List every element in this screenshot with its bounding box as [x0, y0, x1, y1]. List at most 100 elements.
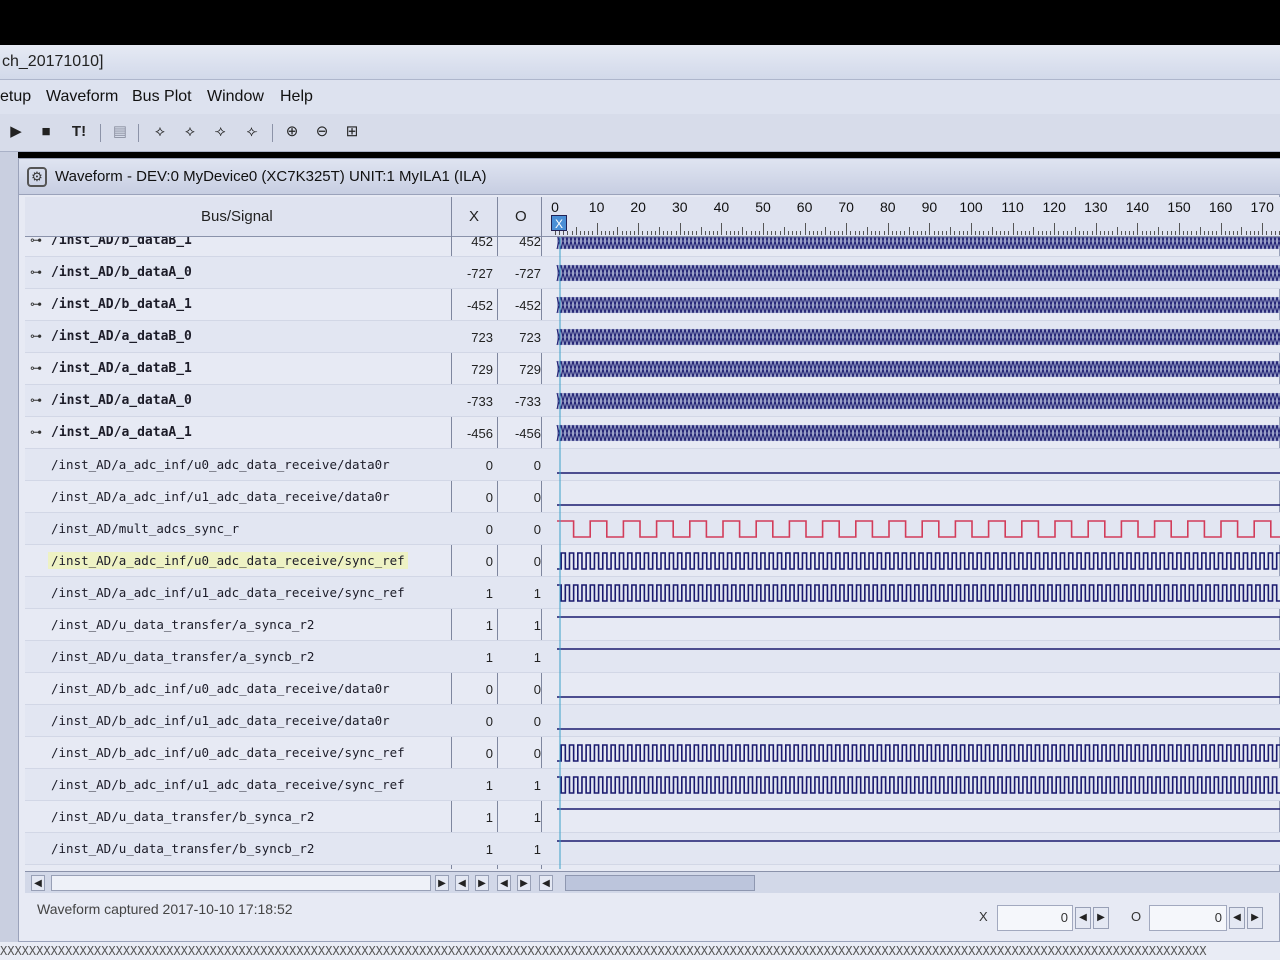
- x-value: 0: [485, 490, 493, 505]
- o-cursor-field[interactable]: 0: [1149, 905, 1227, 931]
- ruler-tick-label: 170: [1250, 199, 1274, 215]
- x-cursor-inc-icon[interactable]: ▶: [1093, 907, 1109, 929]
- o-value: 452: [519, 237, 541, 249]
- scroll-next-icon[interactable]: ▶: [475, 875, 489, 891]
- trigger-prev-icon[interactable]: ⟢: [210, 122, 230, 142]
- expand-bus-icon[interactable]: ⊶: [30, 329, 42, 343]
- panel-title: Waveform - DEV:0 MyDevice0 (XC7K325T) UN…: [55, 168, 487, 185]
- x-value: 0: [485, 682, 493, 697]
- expand-bus-icon[interactable]: ⊶: [30, 237, 42, 247]
- x-value: 729: [471, 362, 493, 377]
- time-ruler[interactable]: 0 10 20 30 40 50 60 70 80 90 100 110 120 130 140 150 160…: [549, 197, 1280, 237]
- x-value: 1: [485, 618, 493, 633]
- stop-trigger-button[interactable]: ■: [36, 122, 56, 142]
- x-value: 723: [471, 330, 493, 345]
- window-title-bar: ch_20171010]: [0, 45, 1280, 80]
- x-value: -727: [466, 266, 493, 281]
- signal-name: /inst_AD/a_adc_inf/u1_adc_data_receive/s…: [51, 585, 405, 600]
- x-value: 0: [485, 714, 493, 729]
- ruler-tick-label: 90: [921, 199, 938, 215]
- signal-name: /inst_AD/a_dataA_0: [51, 393, 192, 408]
- x-cursor-field[interactable]: 0: [997, 905, 1073, 931]
- expand-bus-icon[interactable]: ⊶: [30, 297, 42, 311]
- o-value: 1: [533, 842, 541, 857]
- signal-name: /inst_AD/u_data_transfer/b_synca_r2: [51, 809, 315, 824]
- trigger-next-icon[interactable]: ⟣: [242, 122, 262, 142]
- signal-name: /inst_AD/b_adc_inf/u0_adc_data_receive/s…: [51, 745, 405, 760]
- expand-bus-icon[interactable]: ⊶: [30, 265, 42, 279]
- ruler-tick-label: 0: [551, 199, 559, 215]
- o-value: 0: [533, 554, 541, 569]
- o-cursor-label: O: [1131, 909, 1142, 924]
- zoom-in-icon[interactable]: ⊕: [282, 122, 302, 142]
- bus-wave: [556, 392, 1280, 410]
- signal-column-header[interactable]: Bus/Signal: [201, 208, 273, 225]
- wave-scroll-left-icon[interactable]: ◀: [539, 875, 553, 891]
- ruler-tick-label: 120: [1042, 199, 1066, 215]
- o-cursor-inc-icon[interactable]: ▶: [1247, 907, 1263, 929]
- menu-item-window[interactable]: Window: [207, 88, 264, 106]
- zoom-out-icon[interactable]: ⊖: [312, 122, 332, 142]
- ruler-tick-label: 10: [588, 199, 605, 215]
- signal-name: /inst_AD/a_adc_inf/u0_adc_data_receive/s…: [48, 552, 408, 569]
- x-column-header[interactable]: X: [469, 208, 479, 225]
- expand-bus-icon[interactable]: ⊶: [30, 361, 42, 375]
- menu-item-bus-plot[interactable]: Bus Plot: [132, 88, 192, 106]
- scroll-thumb[interactable]: [565, 875, 755, 891]
- scroll-prev-icon[interactable]: ◀: [455, 875, 469, 891]
- signal-name: /inst_AD/mult_adcs_sync_r: [51, 521, 240, 536]
- scroll-right-icon[interactable]: ▶: [435, 875, 449, 891]
- panel-header: ⚙ Waveform - DEV:0 MyDevice0 (XC7K325T) …: [19, 159, 1280, 195]
- x-value: 1: [485, 810, 493, 825]
- signal-name: /inst_AD/u_data_transfer/a_syncb_r2: [51, 649, 315, 664]
- zoom-fit-icon[interactable]: ⊞: [342, 122, 362, 142]
- run-trigger-button[interactable]: ▶: [6, 122, 26, 142]
- ruler-tick-label: 140: [1125, 199, 1150, 215]
- x-value: 1: [485, 650, 493, 665]
- o-value: -733: [514, 394, 541, 409]
- o-value: 1: [533, 810, 541, 825]
- x-value: 0: [485, 522, 493, 537]
- waveform-view[interactable]: [555, 237, 1280, 869]
- ruler-tick-label: 110: [1001, 199, 1024, 215]
- signal-wave: [557, 584, 1280, 602]
- x-cursor-dec-icon[interactable]: ◀: [1075, 907, 1091, 929]
- signal-name: /inst_AD/a_dataB_1: [51, 361, 192, 376]
- wave-scroll-next-icon[interactable]: ▶: [517, 875, 531, 891]
- signal-name: /inst_AD/a_adc_inf/u0_adc_data_receive/d…: [51, 457, 390, 472]
- signal-wave: [557, 520, 1280, 538]
- signal-name: /inst_AD/u_data_transfer/a_synca_r2: [51, 617, 315, 632]
- o-column-header[interactable]: O: [515, 208, 527, 225]
- ruler-tick-label: 160: [1208, 199, 1233, 215]
- menu-item-help[interactable]: Help: [280, 88, 313, 106]
- trigger-immediate-button[interactable]: T!: [66, 122, 92, 142]
- status-message: Waveform captured 2017-10-10 17:18:52: [37, 901, 293, 917]
- ruler-tick-label: 70: [838, 199, 854, 215]
- ruler-tick-label: 40: [713, 199, 730, 215]
- cursor-prev-icon[interactable]: ⟡: [150, 122, 170, 142]
- o-value: 0: [533, 682, 541, 697]
- o-value: 1: [533, 650, 541, 665]
- x-value: 1: [485, 778, 493, 793]
- toolbar: ▶ ■ T! ▤ ⟡ ⟡ ⟢ ⟣ ⊕ ⊖ ⊞: [0, 114, 1280, 152]
- x-value: 0: [485, 554, 493, 569]
- expand-bus-icon[interactable]: ⊶: [30, 425, 42, 439]
- horizontal-scrollbar[interactable]: ◀ ▶ ◀ ▶ ◀ ▶ ◀: [25, 871, 1280, 893]
- x-value: 452: [471, 237, 493, 249]
- expand-bus-icon[interactable]: ⊶: [30, 393, 42, 407]
- menu-item-waveform[interactable]: Waveform: [46, 88, 118, 106]
- bus-wave: [556, 237, 1280, 250]
- x-cursor-label: X: [979, 909, 988, 924]
- save-icon[interactable]: ▤: [110, 122, 130, 142]
- scroll-left-icon[interactable]: ◀: [31, 875, 45, 891]
- o-value: 729: [519, 362, 541, 377]
- signal-scroll-track[interactable]: [51, 875, 431, 891]
- menu-item-etup[interactable]: etup: [0, 88, 31, 106]
- trigger-cursor-marker[interactable]: X: [551, 215, 567, 231]
- ruler-tick-label: 20: [630, 199, 646, 215]
- bus-wave: [556, 360, 1280, 378]
- o-cursor-dec-icon[interactable]: ◀: [1229, 907, 1245, 929]
- cursor-next-icon[interactable]: ⟡: [180, 122, 200, 142]
- ruler-tick-label: 150: [1167, 199, 1191, 215]
- wave-scroll-prev-icon[interactable]: ◀: [497, 875, 511, 891]
